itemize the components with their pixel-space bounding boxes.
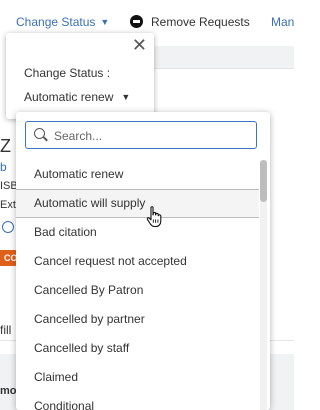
background-link-fragment: b [0, 160, 7, 174]
background-header-strip [154, 46, 294, 68]
option-automatic-renew[interactable]: Automatic renew [16, 160, 259, 189]
status-dropdown: Automatic renew Automatic will supply Ba… [16, 112, 270, 410]
remove-requests-label: Remove Requests [151, 15, 250, 29]
background-fill-text: fill [0, 323, 12, 337]
background-divider [154, 68, 294, 69]
caret-down-icon: ▼ [100, 17, 110, 27]
remove-requests-button[interactable]: Remove Requests [130, 15, 250, 29]
option-bad-citation[interactable]: Bad citation [16, 218, 259, 247]
options-list: Automatic renew Automatic will supply Ba… [16, 160, 259, 410]
option-cancelled-by-staff[interactable]: Cancelled by staff [16, 334, 259, 363]
status-select-value: Automatic renew [24, 90, 114, 104]
option-automatic-will-supply[interactable]: Automatic will supply [16, 189, 259, 218]
stop-icon [130, 15, 143, 28]
option-conditional[interactable]: Conditional [16, 392, 259, 410]
close-icon[interactable]: ✕ [132, 35, 147, 56]
scrollbar-thumb[interactable] [260, 160, 267, 202]
option-cancelled-by-partner[interactable]: Cancelled by partner [16, 305, 259, 334]
caret-down-icon: ▼ [121, 92, 131, 102]
scrollbar[interactable] [260, 160, 267, 410]
change-status-popover: ✕ Change Status : Automatic renew ▼ [6, 33, 154, 119]
background-title-fragment: Z [0, 136, 11, 156]
change-status-button[interactable]: Change Status ▼ [16, 15, 109, 29]
search-box [25, 121, 257, 149]
option-cancelled-by-patron[interactable]: Cancelled By Patron [16, 276, 259, 305]
change-status-label: Change Status [16, 15, 96, 29]
change-status-title: Change Status : [24, 66, 111, 80]
search-input[interactable] [52, 125, 251, 147]
background-ext-fragment: Ext [0, 199, 16, 211]
search-icon [34, 128, 45, 139]
status-select[interactable]: Automatic renew ▼ [24, 90, 130, 104]
clock-icon [2, 221, 14, 233]
more-actions-button[interactable]: Man [271, 15, 294, 29]
hand-cursor-icon [146, 206, 162, 228]
background-bottom-text: mo [0, 385, 17, 397]
option-cancel-request-not-accepted[interactable]: Cancel request not accepted [16, 247, 259, 276]
option-claimed[interactable]: Claimed [16, 363, 259, 392]
